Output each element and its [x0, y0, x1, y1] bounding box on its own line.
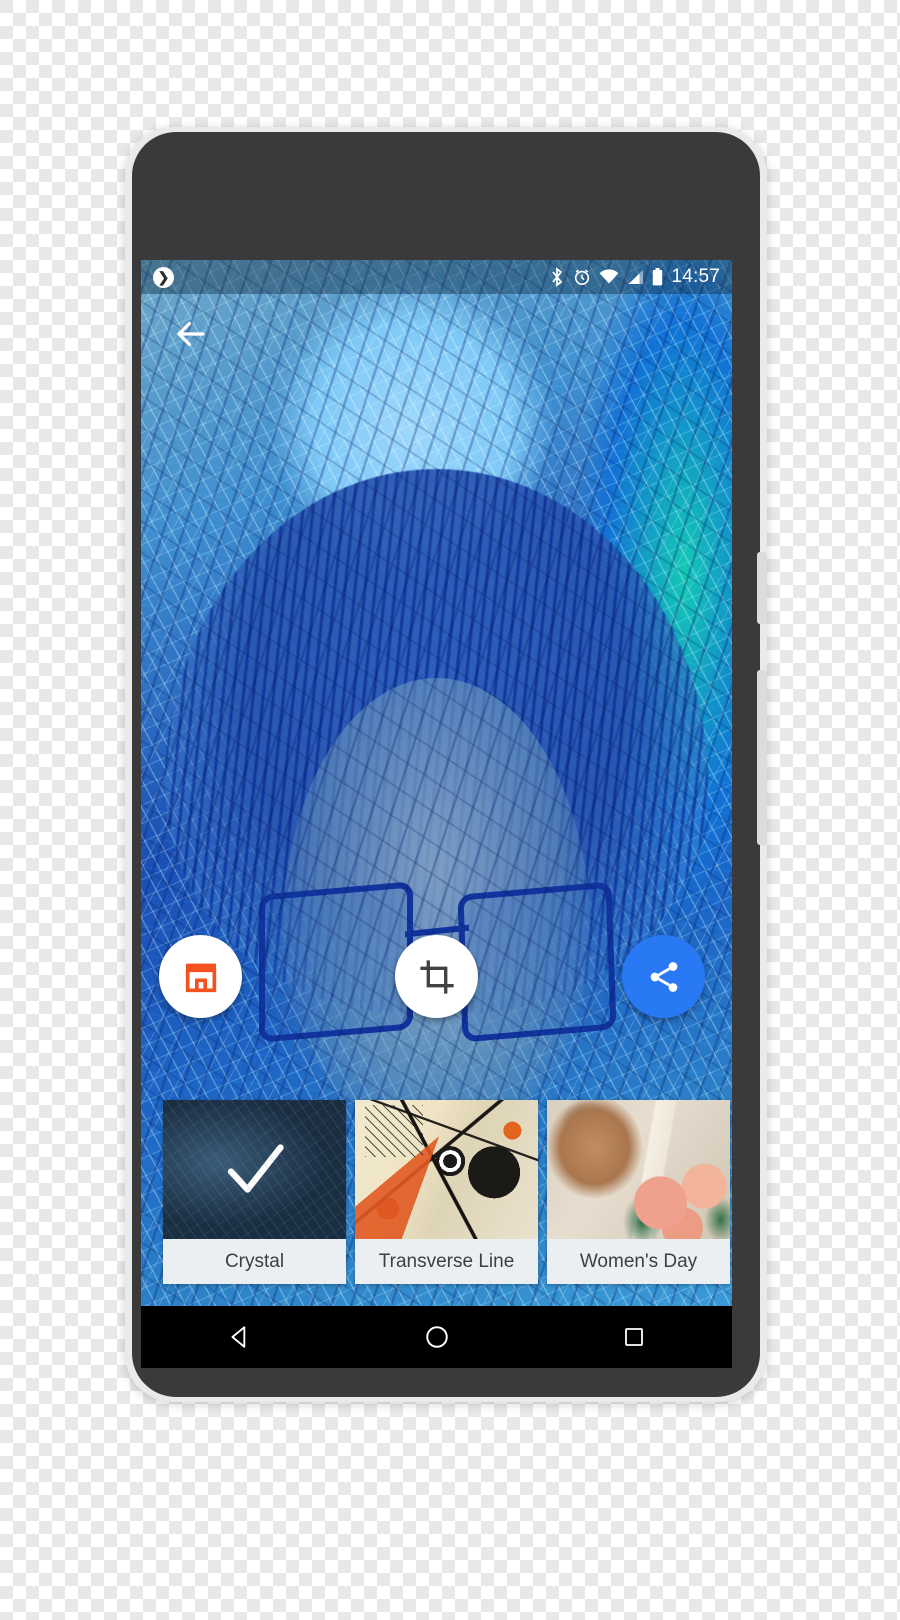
phone-screen: ❯ 14:57 Crystal Transverse Line Women's …: [141, 260, 732, 1306]
nav-back-triangle-icon: [230, 1326, 245, 1348]
style-label: Women's Day: [547, 1239, 730, 1284]
share-icon: [650, 961, 677, 992]
alarm-icon: [575, 269, 590, 286]
nav-recents-button[interactable]: [604, 1317, 664, 1357]
android-navigation-bar: [141, 1306, 732, 1368]
style-selected-indicator: [163, 1100, 346, 1239]
style-thumbnail-crystal: [163, 1100, 346, 1239]
crop-icon: [419, 959, 454, 994]
status-bar-clock: 14:57: [671, 266, 720, 287]
notification-badge-icon: ❯: [153, 266, 174, 288]
wifi-icon: [600, 269, 619, 284]
volume-button[interactable]: [757, 670, 767, 845]
check-icon: [227, 1143, 284, 1193]
photo-face-region: [282, 678, 591, 1139]
bluetooth-icon: [552, 267, 563, 287]
status-bar-icons: 14:57: [549, 266, 720, 288]
status-bar: ❯ 14:57: [141, 260, 732, 294]
store-button[interactable]: [159, 935, 242, 1018]
nav-home-circle-icon: [425, 1326, 448, 1348]
nav-home-button[interactable]: [407, 1317, 467, 1357]
style-thumbnail-womens-day: [547, 1100, 730, 1239]
crop-button[interactable]: [395, 935, 478, 1018]
nav-back-button[interactable]: [210, 1317, 270, 1357]
nav-recents-square-icon: [624, 1328, 643, 1346]
back-arrow-icon[interactable]: [173, 316, 209, 352]
power-button[interactable]: [757, 552, 767, 624]
battery-icon: [653, 268, 663, 286]
share-button[interactable]: [622, 935, 705, 1018]
action-button-row: [141, 935, 732, 1025]
style-selector-strip: Crystal Transverse Line Women's Day: [141, 1100, 732, 1284]
cellular-signal-icon: [628, 270, 644, 284]
style-label: Transverse Line: [355, 1239, 538, 1284]
style-thumbnail-transverse-line: [355, 1100, 538, 1239]
style-card-womens-day[interactable]: Women's Day: [547, 1100, 730, 1284]
photo-hair-region: [164, 469, 709, 1014]
style-card-transverse-line[interactable]: Transverse Line: [355, 1100, 538, 1284]
style-card-crystal[interactable]: Crystal: [163, 1100, 346, 1284]
store-icon: [185, 963, 216, 992]
style-label: Crystal: [163, 1239, 346, 1284]
